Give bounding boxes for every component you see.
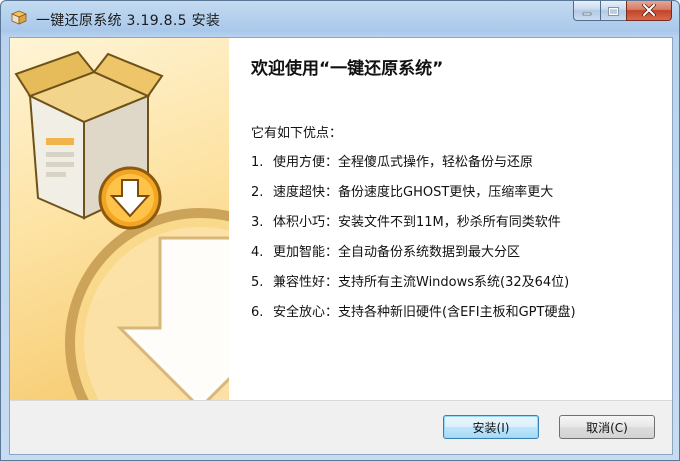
feature-text: 安全放心：支持各种新旧硬件(含EFI主板和GPT硬盘) bbox=[273, 305, 576, 320]
window-title: 一键还原系统 3.19.8.5 安装 bbox=[36, 13, 221, 29]
feature-text: 兼容性好：支持所有主流Windows系统(32及64位) bbox=[273, 275, 570, 290]
feature-item: 6. 安全放心：支持各种新旧硬件(含EFI主板和GPT硬盘) bbox=[251, 301, 576, 331]
maximize-icon bbox=[608, 1, 619, 20]
install-button[interactable]: 安装(I) bbox=[443, 415, 539, 439]
feature-item: 3. 体积小巧：安装文件不到11M，秒杀所有同类软件 bbox=[251, 211, 576, 241]
welcome-content: 欢迎使用“一键还原系统” 它有如下优点： 1. 使用方便：全程傻瓜式操作，轻松备份… bbox=[229, 38, 672, 400]
cancel-button[interactable]: 取消(C) bbox=[559, 415, 655, 439]
feature-item: 1. 使用方便：全程傻瓜式操作，轻松备份与还原 bbox=[251, 151, 576, 181]
feature-number: 5. bbox=[251, 275, 264, 290]
intro-text: 它有如下优点： bbox=[251, 126, 343, 141]
title-bar[interactable]: 一键还原系统 3.19.8.5 安装 bbox=[1, 1, 679, 37]
feature-text: 体积小巧：安装文件不到11M，秒杀所有同类软件 bbox=[273, 215, 561, 230]
feature-number: 4. bbox=[251, 245, 264, 260]
button-footer: 安装(I) 取消(C) bbox=[10, 400, 672, 454]
feature-number: 3. bbox=[251, 215, 264, 230]
feature-list: 1. 使用方便：全程傻瓜式操作，轻松备份与还原 2. 速度超快：备份速度比GHOST… bbox=[251, 151, 576, 331]
welcome-heading: 欢迎使用“一键还原系统” bbox=[251, 59, 444, 79]
installer-client-area: 欢迎使用“一键还原系统” 它有如下优点： 1. 使用方便：全程傻瓜式操作，轻松备份… bbox=[9, 37, 673, 455]
maximize-button[interactable] bbox=[600, 1, 626, 21]
feature-number: 1. bbox=[251, 155, 264, 170]
feature-text: 更加智能：全自动备份系统数据到最大分区 bbox=[273, 245, 521, 260]
feature-number: 6. bbox=[251, 305, 264, 320]
caption-buttons bbox=[573, 1, 672, 22]
minimize-button[interactable] bbox=[573, 1, 600, 21]
download-arrow-icon bbox=[65, 208, 229, 400]
close-icon bbox=[642, 1, 656, 20]
open-box-icon bbox=[14, 50, 164, 230]
installer-box-icon bbox=[10, 9, 28, 25]
banner-artwork bbox=[14, 50, 229, 400]
feature-text: 速度超快：备份速度比GHOST更快，压缩率更大 bbox=[273, 185, 554, 200]
close-button[interactable] bbox=[626, 1, 672, 21]
feature-text: 使用方便：全程傻瓜式操作，轻松备份与还原 bbox=[273, 155, 534, 170]
feature-item: 2. 速度超快：备份速度比GHOST更快，压缩率更大 bbox=[251, 181, 576, 211]
feature-number: 2. bbox=[251, 185, 264, 200]
minimize-icon bbox=[582, 1, 592, 20]
welcome-banner bbox=[10, 38, 229, 400]
feature-item: 4. 更加智能：全自动备份系统数据到最大分区 bbox=[251, 241, 576, 271]
installer-window: 一键还原系统 3.19.8.5 安装 欢迎使用“一键还原系统” 它有如下优点： … bbox=[0, 0, 680, 461]
feature-item: 5. 兼容性好：支持所有主流Windows系统(32及64位) bbox=[251, 271, 576, 301]
